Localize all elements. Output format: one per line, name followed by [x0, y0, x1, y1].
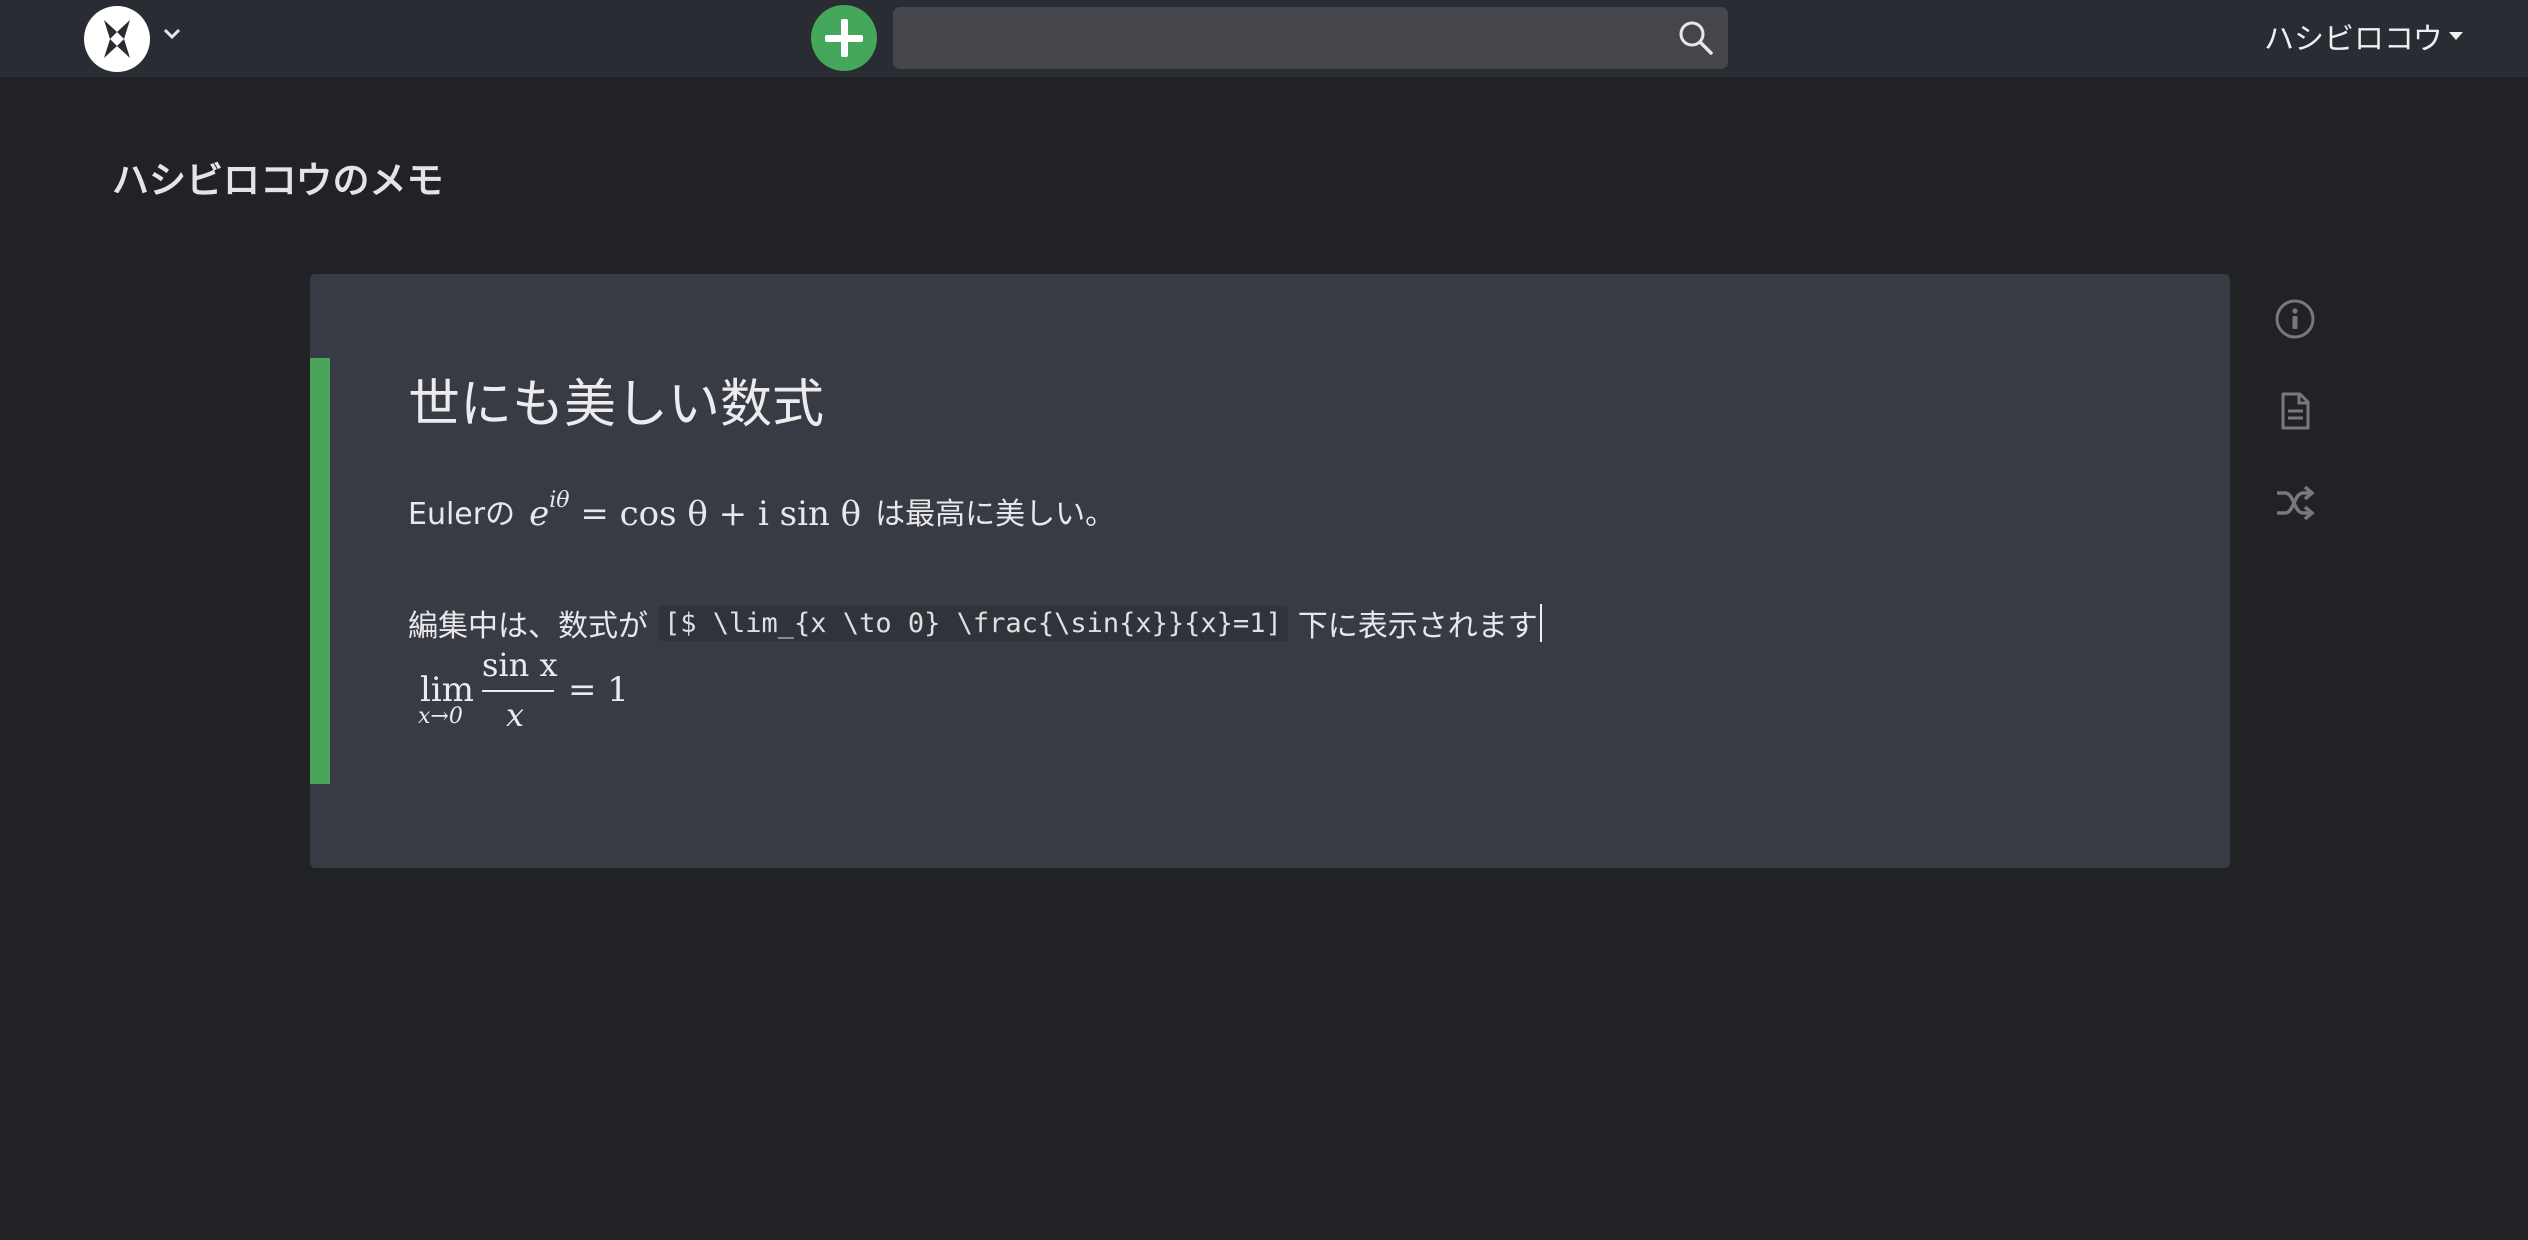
formula-limit-subscript: x→0 — [418, 704, 463, 729]
editing-suffix: 下に表示されます — [1297, 609, 1538, 644]
euler-suffix: は最高に美しい。 — [875, 497, 1116, 532]
math-source-code: [$ \lim_{x \to 0} \frac{\sin{x}}{x}=1] — [658, 605, 1288, 641]
page-info-button[interactable] — [2274, 298, 2316, 340]
text-cursor — [1539, 604, 1542, 642]
document-icon — [2281, 392, 2310, 430]
memo-line-editing[interactable]: 編集中は、数式が [$ \lim_{x \to 0} \frac{\sin{x}… — [408, 598, 1542, 648]
top-navigation-bar: ハシビロコウ — [0, 0, 2528, 77]
site-title[interactable]: ハシビロコウのメモ — [112, 150, 444, 204]
euler-prefix: Eulerの — [408, 497, 516, 532]
editing-line-indicator — [310, 358, 330, 784]
formula-denominator: x — [506, 696, 525, 734]
add-page-button[interactable] — [811, 5, 877, 71]
editing-prefix: 編集中は、数式が — [408, 609, 648, 644]
euler-base: e — [529, 494, 550, 534]
euler-rest: = cos θ + i sin θ — [580, 494, 862, 534]
memo-title[interactable]: 世にも美しい数式 — [408, 362, 824, 437]
random-page-button[interactable] — [2274, 482, 2316, 524]
page-list-button[interactable] — [2274, 390, 2316, 432]
chevron-down-icon[interactable] — [160, 22, 184, 46]
app-logo-icon[interactable] — [84, 6, 150, 72]
euler-formula: eiθ = cos θ + i sin θ — [529, 488, 861, 534]
plus-icon — [825, 19, 863, 57]
caret-down-icon — [2448, 32, 2463, 40]
memo-line-euler[interactable]: Eulerの eiθ = cos θ + i sin θ は最高に美しい。 — [408, 486, 1115, 536]
info-icon — [2275, 299, 2315, 339]
search-input[interactable] — [893, 7, 1728, 69]
user-name: ハシビロコウ — [2264, 22, 2443, 57]
formula-rhs: = 1 — [568, 670, 629, 710]
fraction-bar — [482, 690, 554, 692]
search-icon[interactable] — [1678, 20, 1714, 56]
euler-exponent: iθ — [549, 488, 570, 513]
formula-numerator: sin x — [482, 646, 558, 684]
user-menu[interactable]: ハシビロコウ — [2264, 16, 2463, 57]
shuffle-icon — [2277, 485, 2315, 521]
